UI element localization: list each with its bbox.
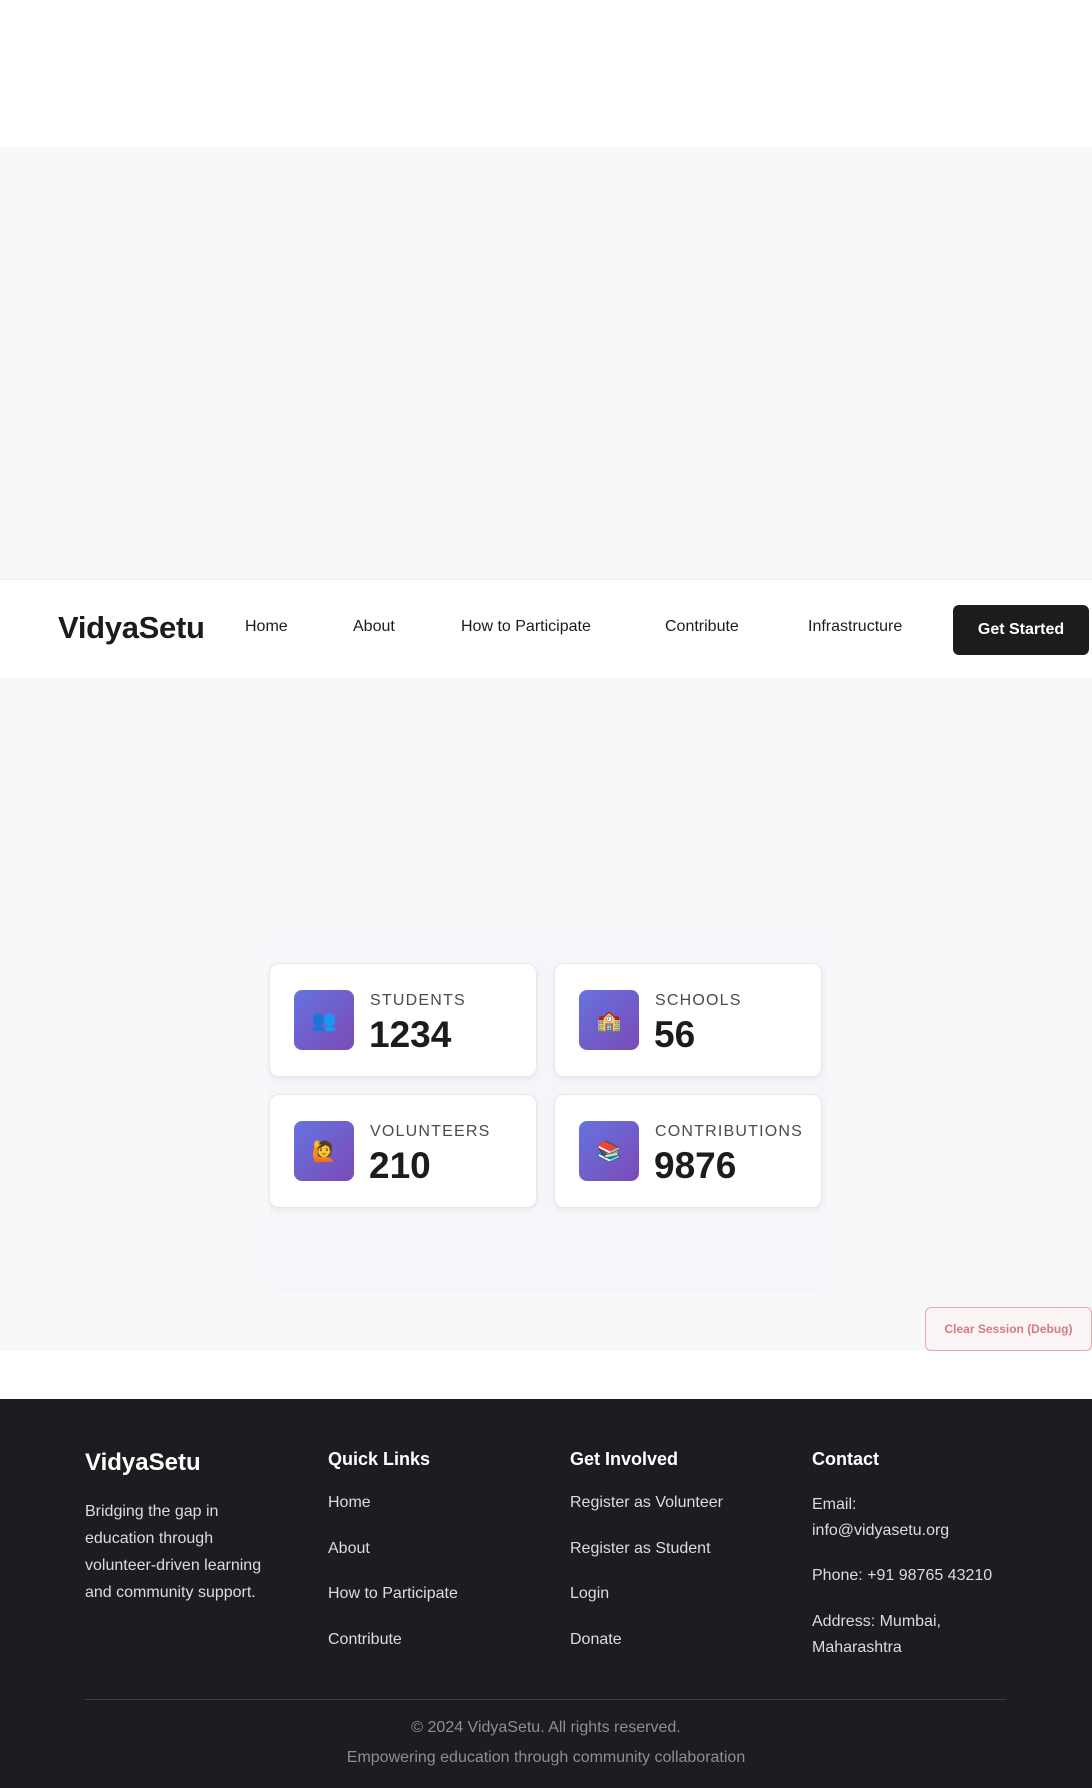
stat-value: 56 — [654, 1014, 696, 1055]
footer-contact-email: Email: info@vidyasetu.org — [812, 1496, 950, 1539]
footer-tagline: Bridging the gap in education through vo… — [85, 1503, 262, 1601]
nav-link-contribute[interactable]: Contribute — [665, 618, 739, 636]
stat-value: 9876 — [654, 1145, 737, 1186]
footer-heading-contact: Contact — [812, 1449, 879, 1469]
students-icon: 👥 — [294, 990, 354, 1050]
books-icon: 📚 — [579, 1121, 639, 1181]
footer-brand: VidyaSetu — [85, 1449, 201, 1476]
footer-contact-phone: Phone: +91 98765 43210 — [812, 1567, 993, 1584]
footer-link-donate[interactable]: Donate — [570, 1631, 622, 1649]
footer-link-about[interactable]: About — [328, 1540, 370, 1558]
stat-label: VOLUNTEERS — [370, 1123, 491, 1140]
section-divider — [0, 1351, 1092, 1399]
footer: VidyaSetu Bridging the gap in education … — [0, 1399, 1092, 1788]
clear-session-debug-button[interactable]: Clear Session (Debug) — [925, 1307, 1092, 1351]
stat-label: SCHOOLS — [655, 992, 742, 1009]
stat-card-volunteers: 🙋 VOLUNTEERS 210 — [269, 1094, 537, 1208]
footer-link-home[interactable]: Home — [328, 1494, 371, 1512]
footer-heading-get-involved: Get Involved — [570, 1449, 679, 1469]
stat-card-schools: 🏫 SCHOOLS 56 — [554, 963, 822, 1077]
footer-link-login[interactable]: Login — [570, 1585, 609, 1603]
nav-link-home[interactable]: Home — [245, 618, 288, 636]
brand-logo[interactable]: VidyaSetu — [58, 610, 205, 646]
stat-value: 210 — [369, 1145, 431, 1186]
footer-contact-address: Address: Mumbai, Maharashtra — [812, 1613, 941, 1656]
footer-link-how-to-participate[interactable]: How to Participate — [328, 1585, 458, 1603]
stat-card-contributions: 📚 CONTRIBUTIONS 9876 — [554, 1094, 822, 1208]
footer-copyright: © 2024 VidyaSetu. All rights reserved. — [411, 1719, 681, 1736]
nav-link-infrastructure[interactable]: Infrastructure — [808, 618, 902, 636]
footer-link-register-volunteer[interactable]: Register as Volunteer — [570, 1494, 723, 1512]
stat-label: STUDENTS — [370, 992, 466, 1009]
navbar: VidyaSetu Home About How to Participate … — [0, 579, 1092, 677]
footer-divider — [85, 1699, 1007, 1700]
get-started-button[interactable]: Get Started — [953, 605, 1089, 655]
stat-card-students: 👥 STUDENTS 1234 — [269, 963, 537, 1077]
footer-heading-quick-links: Quick Links — [328, 1449, 431, 1469]
nav-link-about[interactable]: About — [353, 618, 395, 636]
stat-label: CONTRIBUTIONS — [655, 1123, 804, 1140]
hero-placeholder — [0, 147, 1092, 579]
stat-value: 1234 — [369, 1014, 452, 1055]
footer-link-register-student[interactable]: Register as Student — [570, 1540, 711, 1558]
footer-motto: Empowering education through community c… — [346, 1749, 746, 1766]
footer-link-contribute[interactable]: Contribute — [328, 1631, 402, 1649]
school-icon: 🏫 — [579, 990, 639, 1050]
volunteer-icon: 🙋 — [294, 1121, 354, 1181]
top-blank-area — [0, 0, 1092, 147]
nav-link-how-to-participate[interactable]: How to Participate — [461, 618, 591, 636]
